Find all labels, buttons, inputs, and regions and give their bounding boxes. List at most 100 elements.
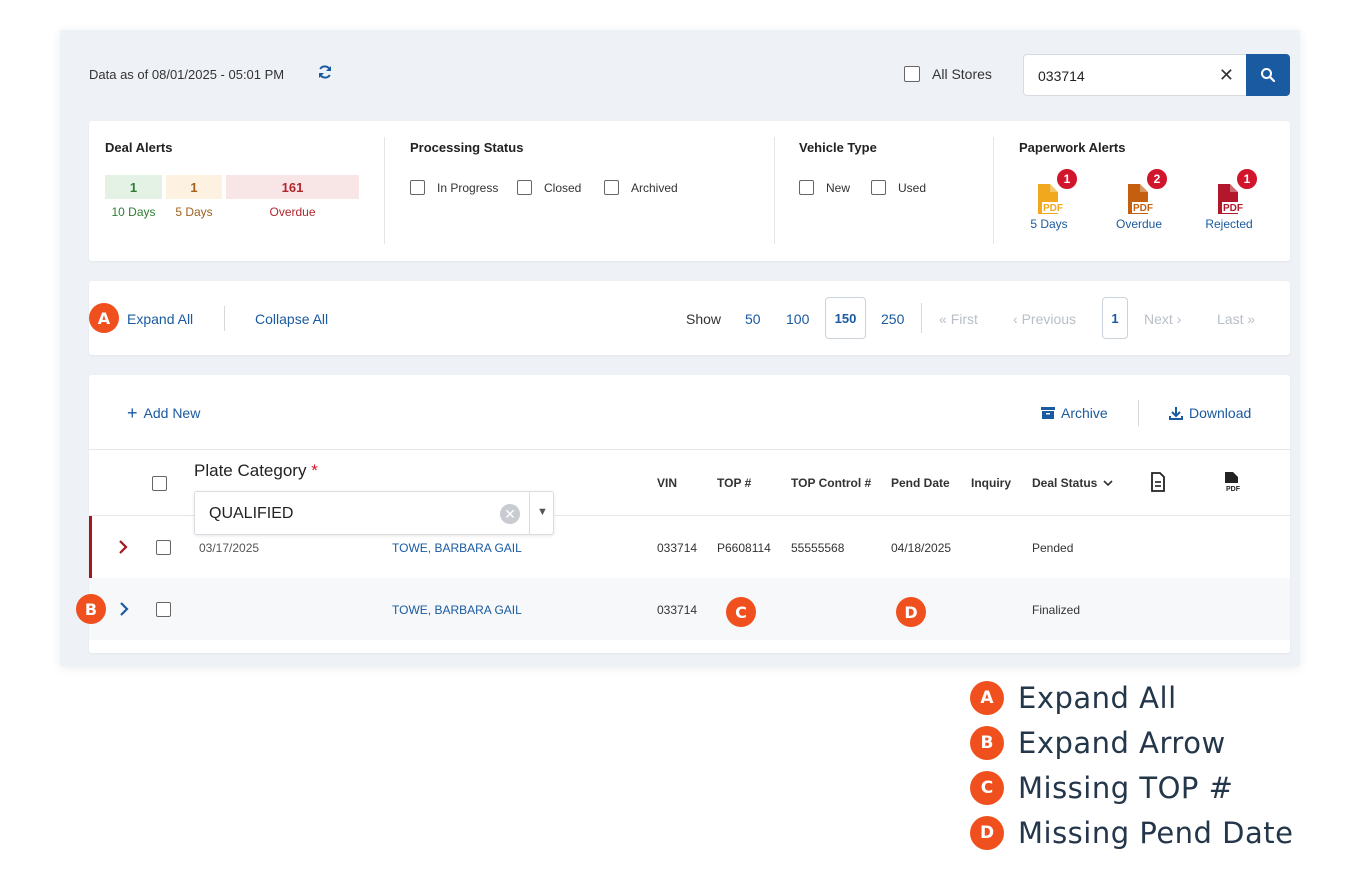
current-page-label: 1 — [1111, 310, 1119, 326]
search-box: ✕ — [1023, 54, 1247, 96]
refresh-icon[interactable] — [317, 64, 333, 80]
paperwork-alert-badge: 1 — [1055, 167, 1079, 191]
pdf-icon[interactable]: PDF — [1223, 471, 1243, 493]
pager-bar: Expand All Collapse All Show 50 100 150 … — [89, 281, 1290, 355]
page-size-50[interactable]: 50 — [745, 311, 761, 327]
paperwork-alert-item[interactable]: PDF Overdue 2 — [1099, 167, 1179, 231]
archive-icon — [1041, 407, 1055, 419]
row-top-control: 55555568 — [791, 541, 845, 555]
filter-checkbox[interactable] — [871, 180, 886, 195]
row-checkbox[interactable] — [156, 540, 171, 555]
filter-option-label: Archived — [631, 180, 678, 195]
last-page-button[interactable]: Last » — [1217, 311, 1255, 327]
paperwork-alert-item[interactable]: PDF Rejected 1 — [1189, 167, 1269, 231]
pdf-icon-text: PDF — [1223, 203, 1243, 214]
row-customer-name[interactable]: TOWE, BARBARA GAIL — [392, 541, 522, 555]
row-checkbox[interactable] — [156, 602, 171, 617]
plate-category-select[interactable]: QUALIFIED ✕ ▼ — [194, 491, 554, 535]
clear-selection-icon[interactable]: ✕ — [500, 504, 520, 524]
all-stores-toggle[interactable]: All Stores — [904, 66, 992, 82]
clear-search-icon[interactable]: ✕ — [1219, 65, 1234, 86]
legend-marker: A — [970, 681, 1004, 715]
filter-option[interactable]: Used — [871, 180, 926, 195]
add-new-label: Add New — [143, 405, 201, 421]
caret-down-icon[interactable]: ▼ — [537, 506, 548, 518]
divider — [224, 306, 225, 331]
previous-label: Previous — [1021, 311, 1077, 327]
all-stores-checkbox[interactable] — [904, 66, 920, 82]
filter-checkbox[interactable] — [799, 180, 814, 195]
deal-alert-count[interactable]: 1 — [166, 175, 222, 199]
select-all-checkbox[interactable] — [152, 476, 167, 491]
legend-marker: C — [970, 771, 1004, 805]
col-inquiry[interactable]: Inquiry — [971, 476, 1011, 490]
expand-all-link[interactable]: Expand All — [127, 311, 193, 327]
paperwork-alert-badge: 1 — [1235, 167, 1259, 191]
pdf-icon-text: PDF — [1226, 486, 1241, 493]
next-label: Next — [1144, 311, 1173, 327]
required-mark: * — [311, 461, 318, 480]
next-page-button[interactable]: Next › — [1144, 311, 1181, 327]
search-input[interactable] — [1038, 68, 1198, 84]
legend-text: Missing Pend Date — [1018, 816, 1294, 850]
plate-category-label: Plate Category * — [194, 461, 318, 481]
row-vin: 033714 — [657, 603, 698, 617]
download-button[interactable]: Download — [1169, 405, 1251, 421]
legend-item: A Expand All — [970, 681, 1177, 715]
col-pend-date[interactable]: Pend Date — [891, 476, 950, 490]
filter-option[interactable]: In Progress — [410, 180, 498, 195]
deal-alert-label: 10 Days — [111, 205, 156, 219]
callout-marker-d: D — [896, 597, 926, 627]
col-deal-status[interactable]: Deal Status — [1032, 476, 1113, 490]
divider — [993, 137, 994, 244]
filter-checkbox[interactable] — [517, 180, 532, 195]
document-icon[interactable] — [1150, 472, 1166, 492]
processing-status-title: Processing Status — [410, 140, 524, 155]
col-top[interactable]: TOP # — [717, 476, 751, 490]
legend-text: Missing TOP # — [1018, 771, 1234, 805]
plus-icon: + — [127, 403, 138, 423]
collapse-all-link[interactable]: Collapse All — [255, 311, 328, 327]
row-accent — [89, 516, 92, 578]
double-chevron-right-icon: » — [1247, 311, 1256, 327]
page-size-150-selected[interactable]: 150 — [825, 297, 866, 339]
search-button[interactable] — [1246, 54, 1290, 96]
paperwork-alert-item[interactable]: PDF 5 Days 1 — [1009, 167, 1089, 231]
deal-alert-count[interactable]: 1 — [105, 175, 162, 199]
row-customer-name[interactable]: TOWE, BARBARA GAIL — [392, 603, 522, 617]
expand-arrow-icon[interactable] — [119, 602, 129, 616]
filter-option-label: In Progress — [437, 180, 499, 195]
first-page-button[interactable]: « First — [939, 311, 978, 327]
pdf-icon-text: PDF — [1043, 203, 1063, 214]
col-vin[interactable]: VIN — [657, 476, 677, 490]
callout-marker-a: A — [89, 303, 119, 333]
expand-arrow-icon[interactable] — [118, 540, 128, 554]
data-as-of-text: Data as of 08/01/2025 - 05:01 PM — [89, 67, 285, 82]
archive-button[interactable]: Archive — [1041, 405, 1108, 421]
filter-option[interactable]: New — [799, 180, 850, 195]
archive-label: Archive — [1061, 405, 1108, 421]
page-size-100[interactable]: 100 — [786, 311, 809, 327]
add-new-button[interactable]: + Add New — [127, 403, 201, 423]
col-top-control[interactable]: TOP Control # — [791, 476, 871, 490]
all-stores-label: All Stores — [932, 66, 992, 82]
row-status: Finalized — [1032, 603, 1081, 617]
filter-option-label: Closed — [544, 180, 582, 195]
current-page[interactable]: 1 — [1102, 297, 1128, 339]
chevron-down-icon — [1103, 479, 1113, 486]
previous-page-button[interactable]: ‹ Previous — [1013, 311, 1076, 327]
table-row[interactable]: TOWE, BARBARA GAIL 033714 Finalized — [89, 578, 1290, 640]
paperwork-alert-badge: 2 — [1145, 167, 1169, 191]
legend-item: C Missing TOP # — [970, 771, 1233, 805]
row-vin: 033714 — [657, 541, 698, 555]
last-label: Last — [1217, 311, 1244, 327]
row-status: Pended — [1032, 541, 1074, 555]
filter-option[interactable]: Archived — [604, 180, 678, 195]
divider — [384, 137, 385, 244]
filter-checkbox[interactable] — [410, 180, 425, 195]
divider — [921, 303, 922, 333]
filter-checkbox[interactable] — [604, 180, 619, 195]
deal-alert-count[interactable]: 161 — [226, 175, 359, 199]
page-size-250[interactable]: 250 — [881, 311, 904, 327]
filter-option[interactable]: Closed — [517, 180, 581, 195]
